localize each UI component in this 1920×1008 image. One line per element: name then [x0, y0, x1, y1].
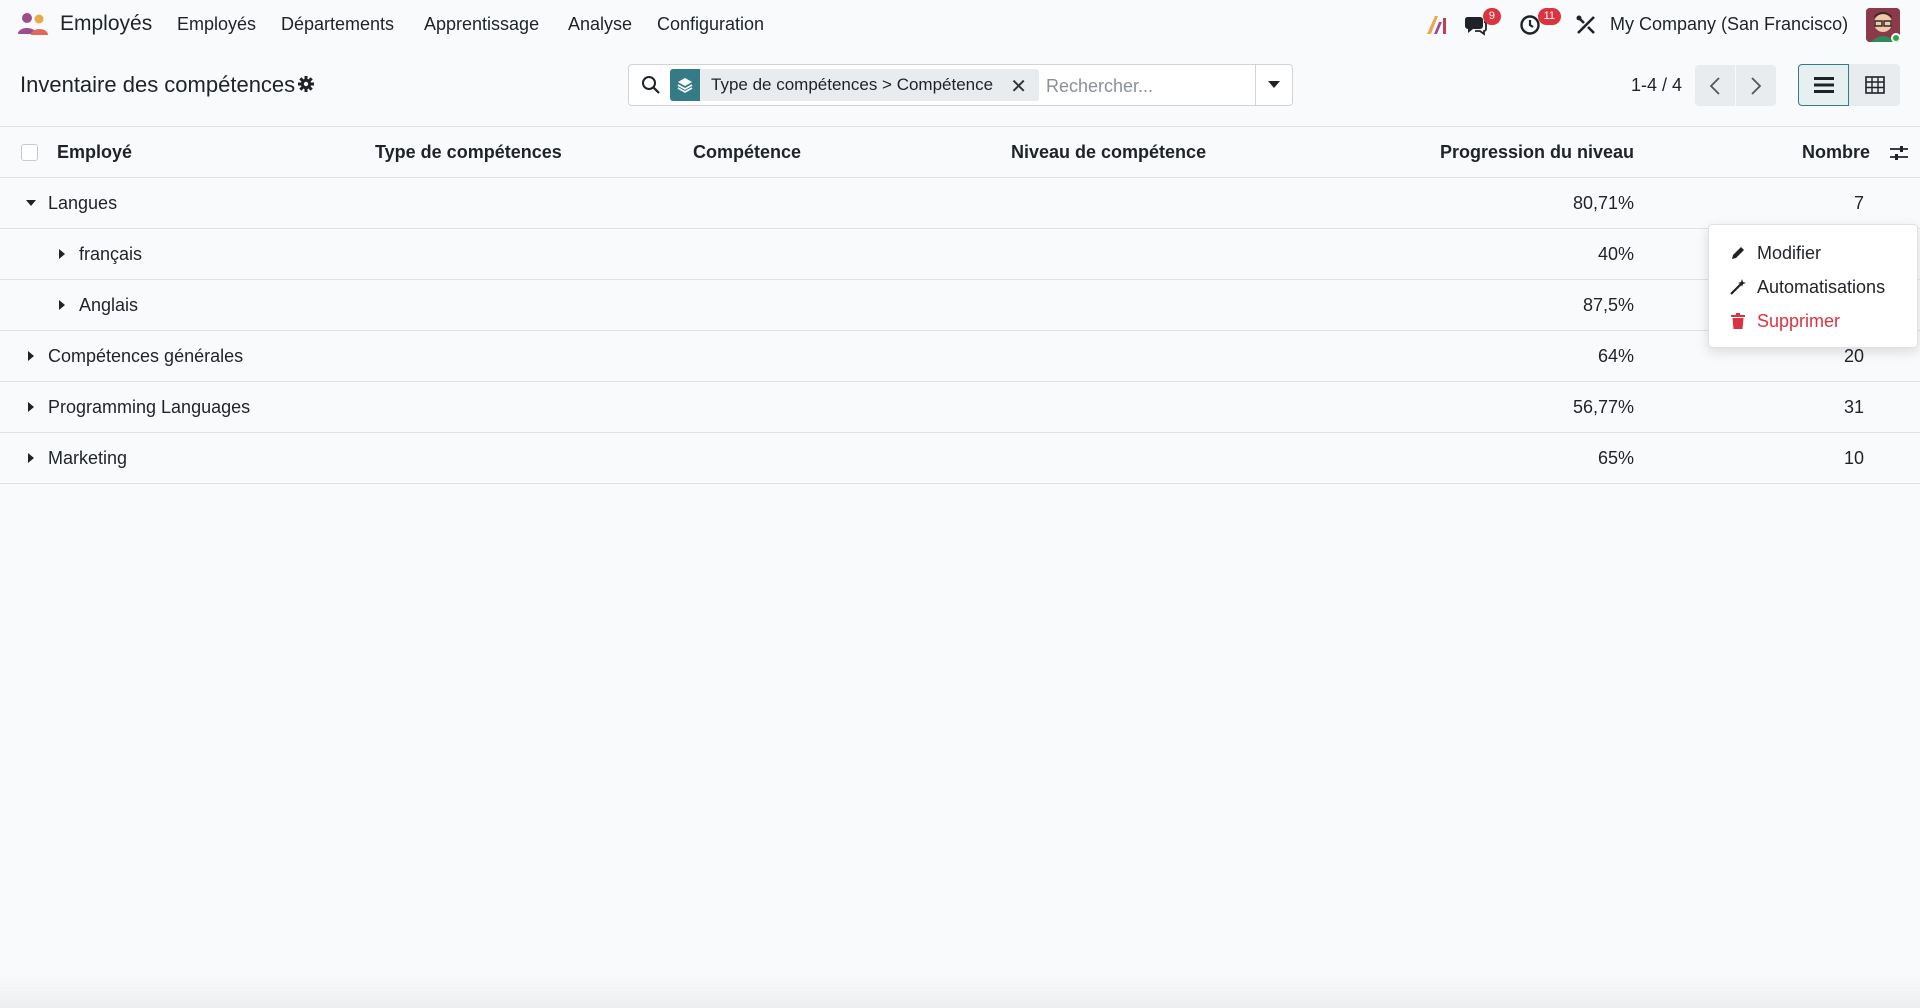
group-label: français	[79, 244, 143, 264]
modify-menu-item[interactable]: Modifier	[1729, 239, 1821, 267]
activities-icon[interactable]: 11	[1517, 8, 1561, 38]
online-status-dot	[1891, 33, 1900, 42]
pencil-icon	[1729, 244, 1747, 262]
bottom-edge	[0, 975, 1920, 1008]
pivot-view-button[interactable]	[1849, 64, 1900, 106]
subgroup-row[interactable]: Anglais 87,5%	[0, 280, 1920, 331]
group-label: Compétences générales	[48, 346, 244, 366]
list-icon	[1813, 77, 1834, 93]
group-progress: 64%	[1597, 346, 1634, 366]
menu-apprentissage[interactable]: Apprentissage	[424, 14, 539, 35]
caret-right-icon	[59, 300, 65, 310]
group-progress: 80,71%	[1572, 193, 1634, 213]
search-input[interactable]	[1046, 73, 1246, 99]
delete-label: Supprimer	[1757, 310, 1841, 331]
layers-icon	[670, 69, 700, 101]
menu-analyse[interactable]: Analyse	[568, 14, 632, 35]
list-view-button[interactable]	[1798, 64, 1849, 106]
group-label: Langues	[48, 193, 118, 213]
group-count: 10	[1843, 448, 1864, 468]
search-icon[interactable]	[641, 75, 661, 95]
facet-close-icon[interactable]: ✕	[1010, 74, 1027, 99]
group-count: 7	[1853, 193, 1864, 213]
pager-previous-button[interactable]	[1695, 65, 1735, 106]
activities-badge: 11	[1537, 8, 1561, 25]
group-progress: 56,77%	[1572, 397, 1634, 417]
column-progression[interactable]: Progression du niveau	[1440, 142, 1634, 163]
company-switcher[interactable]: My Company (San Francisco)	[1610, 14, 1848, 35]
column-employe[interactable]: Employé	[57, 142, 132, 163]
menu-employes[interactable]: Employés	[177, 14, 256, 35]
search-bar: Type de compétences > Compétence ✕	[628, 64, 1293, 106]
ai-icon[interactable]	[1424, 12, 1450, 38]
caret-right-icon	[28, 453, 34, 463]
delete-menu-item[interactable]: Supprimer	[1729, 307, 1840, 335]
chevron-right-icon	[1751, 76, 1762, 95]
caret-right-icon	[59, 249, 65, 259]
select-all-checkbox[interactable]	[21, 144, 38, 161]
group-label: Marketing	[48, 448, 128, 468]
gear-icon[interactable]	[297, 75, 315, 93]
main-navbar: Employés Employés Départements Apprentis…	[0, 0, 1920, 48]
menu-departements[interactable]: Départements	[281, 14, 394, 35]
automations-label: Automatisations	[1757, 276, 1886, 297]
optional-columns-icon[interactable]	[1890, 144, 1908, 162]
facet-label: Type de compétences > Compétence	[711, 75, 994, 94]
chevron-left-icon	[1709, 76, 1720, 95]
page-title[interactable]: Inventaire des compétences	[20, 72, 295, 98]
caret-down-icon	[1268, 81, 1280, 88]
group-label: Programming Languages	[48, 397, 251, 417]
pager-value[interactable]: 1-4 / 4	[1631, 75, 1682, 96]
group-row[interactable]: Programming Languages 56,77% 31	[0, 382, 1920, 433]
modify-label: Modifier	[1757, 242, 1822, 263]
group-row[interactable]: Marketing 65% 10	[0, 433, 1920, 484]
magic-wand-icon	[1729, 278, 1747, 296]
table-header: Employé Type de compétences Compétence N…	[0, 126, 1920, 178]
column-type-competences[interactable]: Type de compétences	[375, 142, 562, 163]
group-progress: 87,5%	[1582, 295, 1634, 315]
group-actions-dropdown: Modifier Automatisations Supprimer	[1708, 224, 1918, 348]
caret-right-icon	[28, 351, 34, 361]
column-niveau[interactable]: Niveau de compétence	[1011, 142, 1206, 163]
skills-list-table: Employé Type de compétences Compétence N…	[0, 126, 1920, 484]
group-label: Anglais	[79, 295, 139, 315]
menu-configuration[interactable]: Configuration	[657, 14, 764, 35]
caret-down-icon	[26, 200, 36, 206]
tools-icon[interactable]	[1573, 12, 1599, 38]
user-avatar[interactable]	[1866, 8, 1900, 42]
group-count: 20	[1843, 346, 1864, 366]
group-progress: 65%	[1597, 448, 1634, 468]
group-row[interactable]: Langues 80,71% 7	[0, 178, 1920, 229]
app-logo-icon[interactable]	[16, 10, 50, 38]
caret-right-icon	[28, 402, 34, 412]
trash-icon	[1729, 312, 1747, 330]
search-facet: Type de compétences > Compétence ✕	[670, 69, 1039, 101]
app-name[interactable]: Employés	[60, 12, 152, 36]
table-icon	[1864, 76, 1885, 94]
group-count: 31	[1843, 397, 1864, 417]
messages-icon[interactable]: 9	[1463, 8, 1501, 38]
pager-next-button[interactable]	[1736, 65, 1776, 106]
search-options-toggle[interactable]	[1255, 65, 1292, 105]
column-nombre[interactable]: Nombre	[1802, 142, 1870, 163]
column-competence[interactable]: Compétence	[693, 142, 801, 163]
subgroup-row[interactable]: français 40%	[0, 229, 1920, 280]
group-progress: 40%	[1597, 244, 1634, 264]
group-row[interactable]: Compétences générales 64% 20	[0, 331, 1920, 382]
automations-menu-item[interactable]: Automatisations	[1729, 273, 1885, 301]
messages-badge: 9	[1482, 8, 1501, 25]
